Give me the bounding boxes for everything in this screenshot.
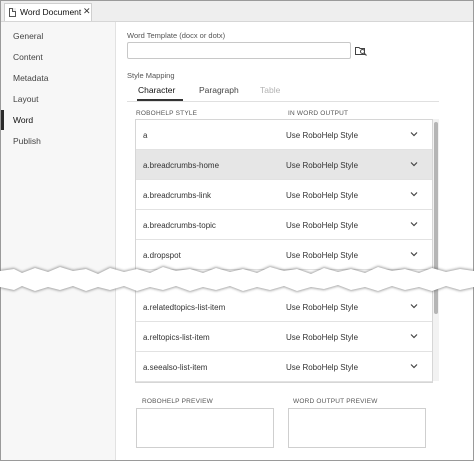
torn-edge-divider [0, 266, 474, 292]
tab-character[interactable]: Character [138, 85, 175, 95]
column-header-robohelp-style: ROBOHELP STYLE [136, 110, 198, 117]
table-row[interactable]: a.relatedtopics-list-item Use RoboHelp S… [136, 292, 432, 322]
robohelp-style-cell: a.dropspot [143, 251, 181, 260]
sidebar-item-label: Layout [13, 94, 39, 104]
sidebar-item-label: Publish [13, 136, 41, 146]
chevron-down-icon[interactable] [410, 220, 418, 228]
document-icon [9, 8, 16, 17]
sidebar-item-general[interactable]: General [1, 26, 115, 46]
robohelp-preview-label: ROBOHELP PREVIEW [142, 398, 213, 405]
word-output-select[interactable]: Use RoboHelp Style [286, 251, 358, 260]
chevron-down-icon[interactable] [410, 190, 418, 198]
tab-word-document[interactable]: Word Document ✕ [4, 3, 92, 21]
sidebar: General Content Metadata Layout Word Pub… [1, 22, 116, 460]
robohelp-preview-box [136, 408, 274, 448]
robohelp-style-cell: a [143, 131, 148, 140]
robohelp-style-cell: a.seealso-list-item [143, 363, 208, 372]
chevron-down-icon[interactable] [410, 250, 418, 258]
chevron-down-icon[interactable] [410, 130, 418, 138]
word-output-select[interactable]: Use RoboHelp Style [286, 333, 358, 342]
word-output-preview-box [288, 408, 426, 448]
word-output-select[interactable]: Use RoboHelp Style [286, 191, 358, 200]
close-icon[interactable]: ✕ [83, 6, 91, 17]
chevron-down-icon[interactable] [410, 302, 418, 310]
chevron-down-icon[interactable] [410, 332, 418, 340]
tab-table: Table [260, 85, 281, 95]
robohelp-style-cell: a.breadcrumbs-link [143, 191, 212, 200]
word-output-select[interactable]: Use RoboHelp Style [286, 363, 358, 372]
word-output-select[interactable]: Use RoboHelp Style [286, 221, 358, 230]
word-output-select[interactable]: Use RoboHelp Style [286, 303, 358, 312]
word-template-label: Word Template (docx or dotx) [127, 31, 226, 40]
sidebar-item-content[interactable]: Content [1, 47, 115, 67]
robohelp-style-cell: a.breadcrumbs-home [143, 161, 220, 170]
table-row[interactable]: a Use RoboHelp Style [136, 120, 432, 150]
browse-folder-icon[interactable] [355, 45, 367, 56]
chevron-down-icon[interactable] [410, 362, 418, 370]
table-row[interactable]: a.breadcrumbs-home Use RoboHelp Style [136, 150, 432, 180]
sidebar-item-label: General [13, 31, 44, 41]
tabs-divider [127, 101, 439, 102]
tab-bar: Word Document ✕ [1, 1, 473, 22]
sidebar-item-label: Metadata [13, 73, 49, 83]
robohelp-style-cell: a.breadcrumbs-topic [143, 221, 216, 230]
word-template-input[interactable] [127, 42, 351, 59]
sidebar-item-word[interactable]: Word [1, 110, 115, 130]
tab-paragraph[interactable]: Paragraph [199, 85, 239, 95]
sidebar-item-publish[interactable]: Publish [1, 131, 115, 151]
word-output-select[interactable]: Use RoboHelp Style [286, 161, 358, 170]
table-row[interactable]: a.reltopics-list-item Use RoboHelp Style [136, 322, 432, 352]
word-output-preview-label: WORD OUTPUT PREVIEW [293, 398, 378, 405]
column-header-in-word-output: IN WORD OUTPUT [288, 110, 349, 117]
word-output-select[interactable]: Use RoboHelp Style [286, 131, 358, 140]
sidebar-item-label: Word [13, 115, 34, 125]
document-settings-window: Word Document ✕ General Content Metadata… [0, 0, 474, 461]
sidebar-item-layout[interactable]: Layout [1, 89, 115, 109]
style-mapping-label: Style Mapping [127, 71, 175, 80]
table-row[interactable]: a.seealso-list-item Use RoboHelp Style [136, 352, 432, 382]
table-row[interactable]: a.breadcrumbs-link Use RoboHelp Style [136, 180, 432, 210]
sidebar-item-metadata[interactable]: Metadata [1, 68, 115, 88]
robohelp-style-cell: a.relatedtopics-list-item [143, 303, 226, 312]
robohelp-style-cell: a.reltopics-list-item [143, 333, 210, 342]
table-row[interactable]: a.breadcrumbs-topic Use RoboHelp Style [136, 210, 432, 240]
tab-label: Word Document [20, 7, 82, 17]
sidebar-item-label: Content [13, 52, 43, 62]
chevron-down-icon[interactable] [410, 160, 418, 168]
style-mapping-table: a Use RoboHelp Style a.breadcrumbs-home … [135, 119, 433, 383]
